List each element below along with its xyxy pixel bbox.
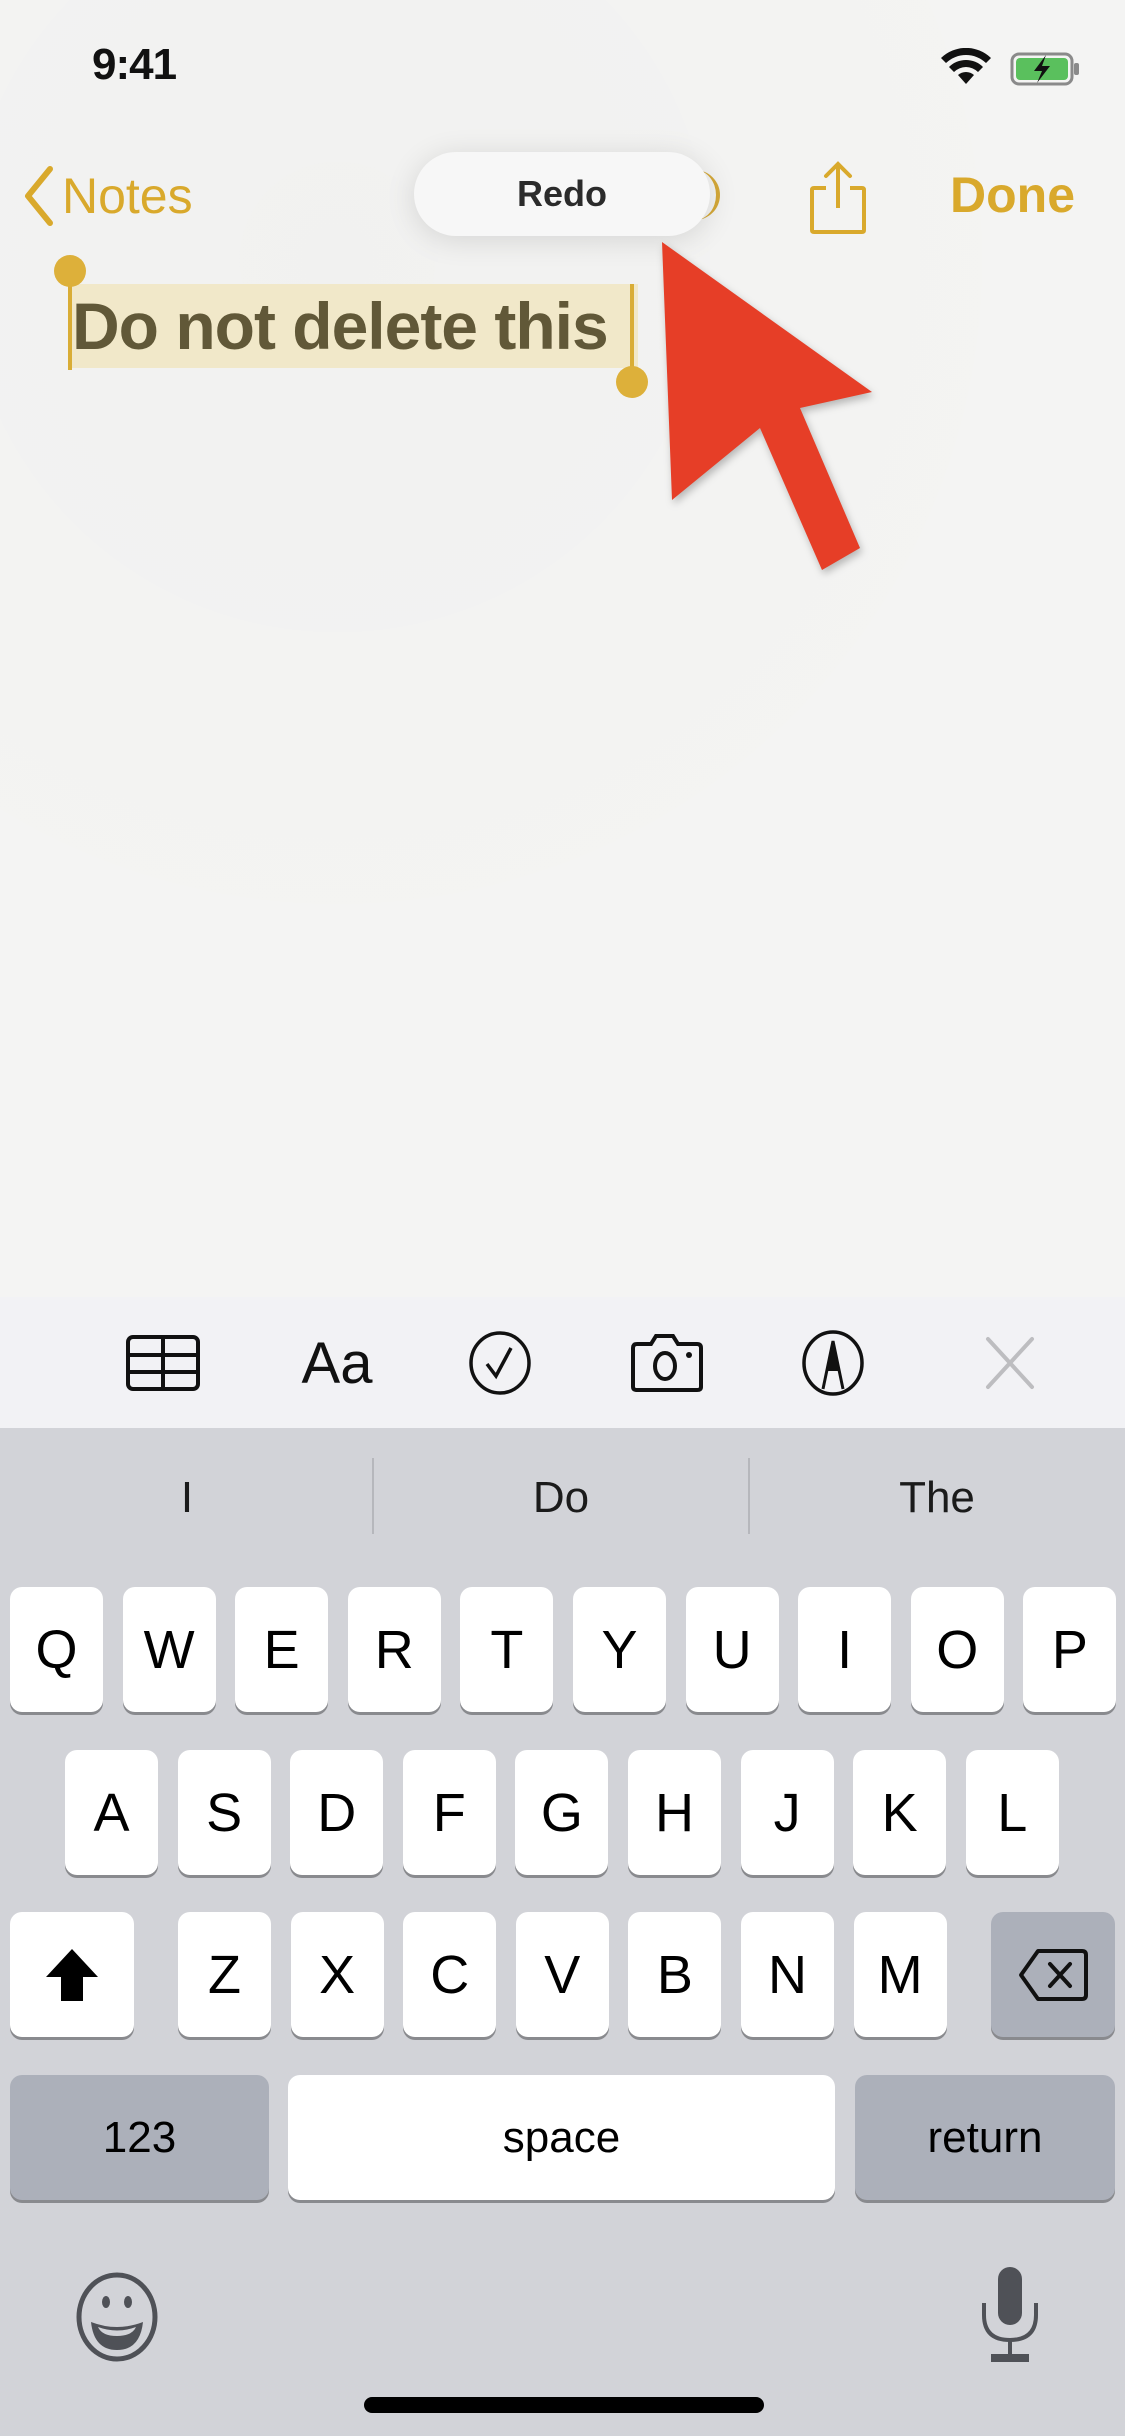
back-button[interactable]: Notes — [22, 160, 193, 232]
shift-icon — [46, 1948, 98, 2001]
key-k[interactable]: K — [853, 1750, 947, 1875]
checklist-button[interactable] — [457, 1323, 543, 1403]
key-z[interactable]: Z — [178, 1912, 271, 2037]
key-n[interactable]: N — [741, 1912, 834, 2037]
key-a[interactable]: A — [65, 1750, 158, 1875]
suggestion-divider — [748, 1458, 750, 1534]
key-l[interactable]: L — [965, 1750, 1059, 1875]
key-q[interactable]: Q — [10, 1587, 103, 1712]
selection-handle-start[interactable] — [54, 255, 86, 287]
key-x[interactable]: X — [290, 1912, 384, 2037]
annotation-arrow-icon — [662, 242, 872, 570]
share-icon[interactable] — [806, 160, 870, 236]
format-button[interactable]: Aa — [294, 1323, 380, 1403]
key-o[interactable]: O — [910, 1587, 1004, 1712]
key-e[interactable]: E — [235, 1587, 329, 1712]
table-icon — [126, 1335, 200, 1391]
home-indicator[interactable] — [364, 2397, 764, 2413]
suggestion-divider — [372, 1458, 374, 1534]
numbers-key[interactable]: 123 — [10, 2075, 269, 2200]
key-b[interactable]: B — [628, 1912, 722, 2037]
selection-caret-end — [630, 284, 634, 372]
key-h[interactable]: H — [628, 1750, 721, 1875]
key-j[interactable]: J — [740, 1750, 834, 1875]
checkmark-circle-icon — [469, 1331, 531, 1395]
markup-pen-icon — [802, 1330, 864, 1396]
key-f[interactable]: F — [402, 1750, 496, 1875]
key-v[interactable]: V — [515, 1912, 609, 2037]
backspace-icon — [1019, 1948, 1088, 2001]
back-button-label: Notes — [62, 168, 193, 224]
note-title[interactable]: Do not delete this — [72, 288, 609, 364]
markup-button[interactable] — [790, 1323, 876, 1403]
wifi-icon — [941, 48, 991, 84]
key-p[interactable]: P — [1023, 1587, 1117, 1712]
close-toolbar-button[interactable] — [967, 1323, 1053, 1403]
battery-charging-icon — [1010, 52, 1079, 86]
table-button[interactable] — [120, 1323, 206, 1403]
key-w[interactable]: W — [122, 1587, 216, 1712]
emoji-icon[interactable] — [72, 2270, 162, 2365]
suggestion-2[interactable]: Do — [376, 1460, 746, 1536]
space-key[interactable]: space — [288, 2075, 835, 2200]
key-y[interactable]: Y — [573, 1587, 666, 1712]
key-d[interactable]: D — [290, 1750, 384, 1875]
redo-button[interactable]: Redo — [414, 152, 710, 236]
key-g[interactable]: G — [515, 1750, 609, 1875]
camera-icon — [631, 1334, 703, 1392]
return-key[interactable]: return — [855, 2075, 1115, 2200]
done-button[interactable]: Done — [950, 166, 1075, 224]
delete-key[interactable] — [991, 1912, 1115, 2037]
shift-key[interactable] — [10, 1912, 134, 2037]
suggestion-1[interactable]: I — [2, 1460, 372, 1536]
key-t[interactable]: T — [460, 1587, 554, 1712]
key-r[interactable]: R — [347, 1587, 441, 1712]
suggestion-3[interactable]: The — [752, 1460, 1122, 1536]
key-u[interactable]: U — [685, 1587, 779, 1712]
key-m[interactable]: M — [853, 1912, 947, 2037]
key-i[interactable]: I — [798, 1587, 892, 1712]
status-time: 9:41 — [92, 40, 177, 89]
camera-button[interactable] — [624, 1323, 710, 1403]
key-s[interactable]: S — [177, 1750, 271, 1875]
key-c[interactable]: C — [403, 1912, 497, 2037]
chevron-left-icon — [25, 166, 53, 226]
microphone-icon[interactable] — [975, 2265, 1045, 2365]
close-icon — [986, 1337, 1034, 1389]
